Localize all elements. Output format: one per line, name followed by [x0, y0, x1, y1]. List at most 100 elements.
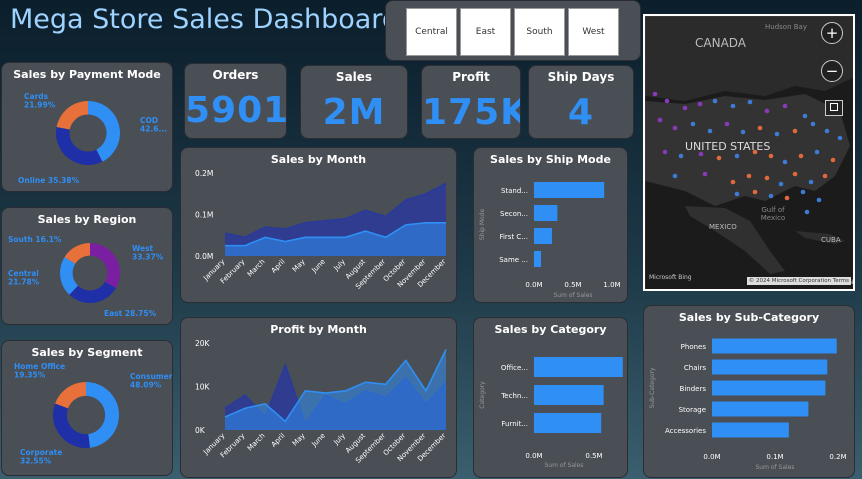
sub-category-title: Sales by Sub-Category	[678, 311, 820, 324]
sales-by-month-chart: 0.0M0.1M0.2MJanuaryFebruary March April May…	[195, 169, 447, 291]
map-attribution[interactable]: © 2024 Microsoft Corporation Terms	[746, 277, 851, 285]
category-label: Same ...	[499, 256, 528, 264]
map-marker	[802, 113, 808, 119]
map-marker	[804, 209, 810, 215]
category-label: First C...	[499, 233, 528, 241]
category-label: Binders	[680, 385, 707, 393]
donut-label: Online 35.38%	[18, 176, 80, 185]
x-tick-label: 0.0M	[525, 281, 542, 289]
donut-label: 21.78%	[8, 278, 40, 287]
kpi-orders-value: 5901	[185, 90, 287, 131]
map-marker	[757, 125, 763, 131]
kpi-sales: Sales 2M	[300, 65, 408, 139]
zoom-out-button[interactable]: −	[821, 60, 843, 82]
map-marker	[798, 153, 804, 159]
y-tick-label: 0K	[195, 426, 206, 435]
slicer-central[interactable]: Central	[406, 8, 457, 56]
x-tick-label: 0.5M	[564, 281, 581, 289]
map-marker	[782, 103, 788, 109]
map-marker	[712, 98, 718, 104]
donut-label: East 28.75%	[104, 309, 157, 318]
map-marker	[792, 128, 798, 134]
x-tick-label: June	[310, 432, 327, 449]
bar	[712, 338, 837, 354]
map-marker	[730, 179, 736, 185]
donut-label: 33.37%	[132, 253, 164, 262]
map-marker	[782, 159, 788, 165]
kpi-orders-label: Orders	[212, 68, 259, 82]
donut-label: South 16.1%	[8, 235, 62, 244]
profit-by-month-chart: 0K10K20KJanuaryFebruary March April May June…	[195, 339, 447, 465]
profit-by-month-panel: Profit by Month 0K 10K 20K January February M…	[180, 317, 457, 478]
category-label: Stand...	[501, 187, 528, 195]
area-series-1	[225, 349, 446, 430]
donut-slice-online	[56, 126, 103, 165]
category-panel: Sales by Category Office... Techn... Furni…	[473, 317, 628, 478]
map-marker	[837, 135, 843, 141]
bar	[534, 413, 602, 433]
select-area-button[interactable]	[825, 100, 843, 116]
category-label: Furnit...	[501, 420, 528, 428]
category-label: Secon...	[500, 210, 528, 218]
bar	[534, 205, 558, 221]
map-marker	[814, 149, 820, 155]
x-tick-label: 0.2M	[829, 453, 846, 461]
bar	[712, 401, 809, 417]
kpi-ship-days: Ship Days 4	[528, 65, 634, 139]
zoom-in-button[interactable]: +	[821, 22, 843, 44]
map-marker	[672, 173, 678, 179]
donut-label: 19.35%	[14, 371, 46, 380]
kpi-profit-value: 175K	[422, 92, 521, 133]
payment-mode-chart: COD42.6...Online 35.38%Cards21.99%	[18, 92, 167, 185]
map-marker	[774, 131, 780, 137]
y-axis-title: Sub-Category	[649, 367, 656, 408]
x-axis-title: Sum of Sales	[755, 464, 794, 471]
bar	[534, 251, 542, 267]
ship-mode-chart: Stand... Secon... First C... Same ... 0.0M 0.…	[479, 182, 621, 299]
x-tick-label: 0.5M	[585, 452, 602, 460]
payment-mode-panel: Sales by Payment Mode COD 42.6... Online 3…	[1, 62, 173, 192]
category-label: Techn...	[500, 392, 528, 400]
x-tick-label: May	[291, 432, 307, 448]
slicer-east[interactable]: East	[460, 8, 511, 56]
y-axis-title: Ship Mode	[479, 209, 486, 241]
sales-map[interactable]: CANADA Hudson Bay UNITED STATES MEXICO G…	[643, 14, 855, 291]
map-marker	[764, 175, 770, 181]
bar	[712, 359, 828, 375]
map-marker	[824, 128, 830, 134]
select-icon	[830, 103, 838, 111]
map-marker	[707, 128, 713, 134]
slicer-west[interactable]: West	[568, 8, 619, 56]
map-marker	[778, 181, 784, 187]
donut-label: 48.09%	[130, 381, 162, 390]
map-dots	[652, 91, 843, 215]
x-tick-label: June	[310, 258, 327, 275]
category-title: Sales by Category	[494, 323, 607, 336]
category-chart: Office... Techn... Furnit... 0.0M 0.5MSum of…	[479, 357, 623, 469]
map-marker	[724, 121, 730, 127]
category-label: Office...	[501, 364, 528, 372]
map-marker	[752, 149, 758, 155]
map-marker	[800, 189, 806, 195]
map-marker	[808, 179, 814, 185]
kpi-profit: Profit 175K	[421, 65, 521, 139]
slicer-south[interactable]: South	[514, 8, 565, 56]
map-marker	[764, 108, 770, 114]
y-tick-label: 10K	[195, 383, 211, 392]
map-marker	[690, 121, 696, 127]
bar	[534, 182, 605, 198]
y-tick-label: 0.2M	[195, 169, 213, 178]
x-axis-title: Sum of Sales	[553, 292, 592, 299]
kpi-profit-label: Profit	[452, 70, 490, 84]
x-tick-label: April	[270, 432, 287, 449]
donut-slice-corporate	[53, 403, 90, 448]
map-marker	[830, 157, 836, 163]
map-marker	[822, 173, 828, 179]
map-marker	[716, 155, 722, 161]
x-tick-label: 0.0M	[703, 453, 720, 461]
x-tick-label: March	[246, 432, 267, 453]
map-marker	[678, 153, 684, 159]
map-marker	[662, 149, 668, 155]
kpi-orders: Orders 5901	[184, 63, 287, 139]
category-label: Chairs	[684, 364, 706, 372]
